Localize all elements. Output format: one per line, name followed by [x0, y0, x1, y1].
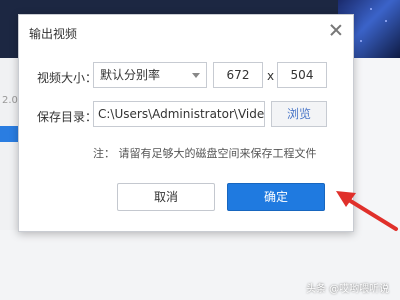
chevron-down-icon	[192, 73, 200, 78]
width-input[interactable]: 672	[213, 62, 263, 88]
resolution-value: 默认分别率	[100, 68, 161, 82]
disk-space-note: 注： 请留有足够大的磁盘空间来保存工程文件	[93, 147, 317, 160]
resolution-select[interactable]: 默认分别率	[93, 62, 207, 88]
watermark-text: 头条 @哎哟喂听说	[306, 284, 390, 295]
dialog-title: 输出视频	[29, 27, 78, 41]
export-video-dialog: 输出视频 视频大小： 默认分别率 672 x 504 保存目录： C:\User…	[18, 14, 354, 232]
star-dot	[360, 40, 362, 42]
save-path-input[interactable]: C:\Users\Administrator\Videos	[93, 101, 265, 127]
dialog-titlebar: 输出视频	[19, 15, 353, 49]
save-dir-label: 保存目录：	[37, 110, 98, 124]
close-icon[interactable]	[329, 23, 343, 37]
cancel-button[interactable]: 取消	[117, 183, 215, 211]
star-dot	[370, 8, 372, 10]
star-dot	[385, 20, 387, 22]
video-size-label: 视频大小：	[37, 71, 98, 85]
annotation-arrow-icon	[336, 191, 398, 231]
browse-button[interactable]: 浏览	[271, 101, 327, 127]
ok-button[interactable]: 确定	[227, 183, 325, 211]
size-separator: x	[267, 69, 275, 83]
height-input[interactable]: 504	[277, 62, 327, 88]
